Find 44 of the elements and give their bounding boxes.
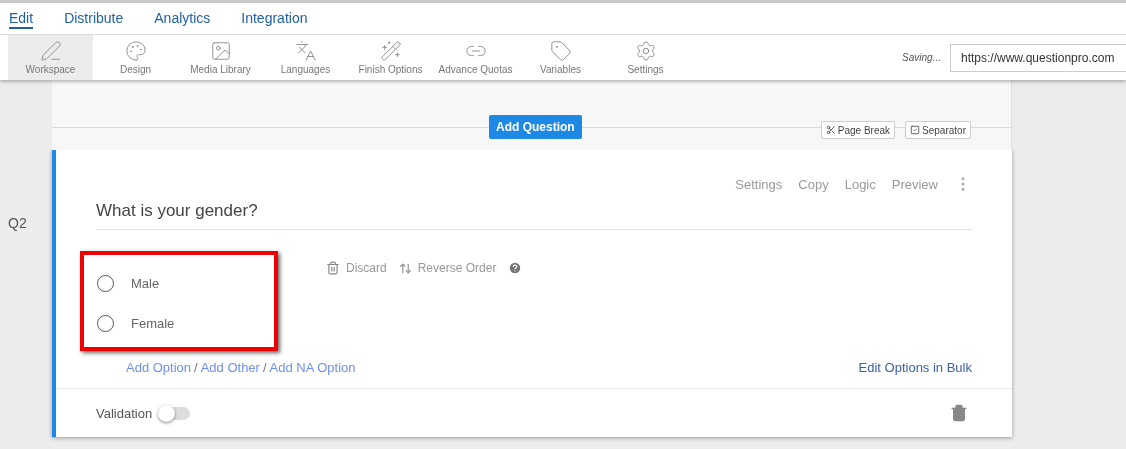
radio-button[interactable] [97, 274, 114, 292]
toolbar-button[interactable]: Languages [263, 35, 348, 80]
question-action-link[interactable]: Preview [891, 176, 938, 192]
scissors-icon [825, 125, 836, 135]
toolbar-button[interactable]: Finish Options [348, 35, 433, 80]
discard-link[interactable]: Discard [346, 261, 387, 275]
nav-tab[interactable]: Analytics [154, 8, 211, 29]
reverse-order-icon[interactable] [398, 261, 412, 275]
page-break-button[interactable]: Page Break [820, 121, 896, 139]
url-field[interactable]: https://www.questionpro.com [950, 43, 1126, 72]
validation-label: Validation [96, 405, 153, 421]
toolbar-button[interactable]: Workspace [8, 35, 93, 80]
question-number: Q2 [8, 215, 27, 231]
option-label[interactable]: Male [131, 275, 160, 291]
separator-button[interactable]: Separator [905, 121, 971, 139]
help-icon[interactable] [508, 261, 523, 275]
radio-button[interactable] [97, 314, 114, 332]
link-separator: / [194, 359, 198, 375]
checkbox-icon [910, 125, 921, 135]
reverse-order-link[interactable]: Reverse Order [417, 261, 497, 275]
option-label[interactable]: Female [131, 315, 175, 331]
add-option-link[interactable]: Add Other [200, 359, 260, 375]
add-option-link[interactable]: Add Option [126, 359, 192, 375]
toolbar-button[interactable]: Advance Quotas [433, 35, 518, 80]
nav-tab[interactable]: Integration [241, 8, 308, 29]
toolbar-button[interactable]: Design [93, 35, 178, 80]
question-text[interactable]: What is your gender? [96, 201, 972, 230]
question-action-link[interactable]: Logic [844, 176, 876, 192]
add-question-button[interactable]: Add Question [489, 115, 582, 139]
nav-tab[interactable]: Distribute [64, 8, 124, 29]
add-option-link[interactable]: Add NA Option [269, 359, 356, 375]
validation-toggle[interactable] [158, 406, 191, 420]
toolbar-button[interactable]: Variables [518, 35, 603, 80]
link-separator: / [262, 359, 267, 375]
saving-status: Saving... [902, 52, 941, 63]
settings-icon [634, 40, 657, 62]
toolbar-button[interactable]: Settings [603, 35, 688, 80]
question-action-link[interactable]: Settings [735, 176, 783, 192]
question-action-link[interactable]: Copy [798, 176, 829, 192]
nav-tab[interactable]: Edit [9, 8, 34, 29]
languages-icon [294, 40, 317, 62]
delete-icon[interactable] [950, 404, 968, 422]
toolbar-button[interactable]: Media Library [178, 35, 263, 80]
edit-bulk-link[interactable]: Edit Options in Bulk [858, 359, 972, 375]
